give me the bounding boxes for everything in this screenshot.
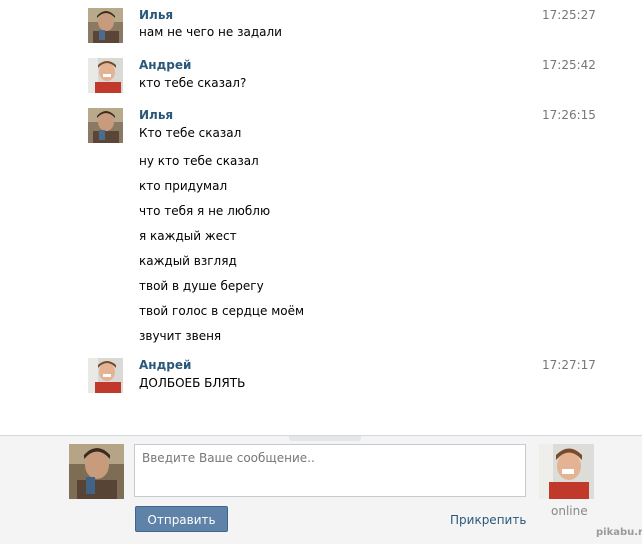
attach-link[interactable]: Прикрепить bbox=[450, 513, 526, 527]
message-text: ДОЛБОЕБ БЛЯТЬ bbox=[139, 376, 246, 390]
message-history: Илья 17:25:27 нам не чего не задали Андр… bbox=[0, 0, 642, 435]
message-text: каждый взгляд bbox=[139, 254, 237, 268]
avatar-ilya[interactable] bbox=[88, 108, 123, 143]
avatar-andrey[interactable] bbox=[88, 358, 123, 393]
message-text: кто придумал bbox=[139, 179, 228, 193]
message-time[interactable]: 17:25:27 bbox=[542, 8, 596, 22]
message-text: я каждый жест bbox=[139, 229, 237, 243]
watermark: pikabu.ru bbox=[596, 527, 642, 538]
message-author[interactable]: Илья bbox=[139, 8, 173, 22]
my-avatar[interactable] bbox=[69, 444, 124, 499]
message-text: нам не чего не задали bbox=[139, 25, 282, 39]
message-text: что тебя я не люблю bbox=[139, 204, 271, 218]
message-time[interactable]: 17:26:15 bbox=[542, 108, 596, 122]
send-button[interactable]: Отправить bbox=[135, 506, 228, 532]
message-text: кто тебе сказал? bbox=[139, 76, 247, 90]
message-author[interactable]: Андрей bbox=[139, 358, 191, 372]
message-text: ну кто тебе сказал bbox=[139, 154, 259, 168]
message-author[interactable]: Илья bbox=[139, 108, 173, 122]
message-author[interactable]: Андрей bbox=[139, 58, 191, 72]
avatar-ilya[interactable] bbox=[88, 8, 123, 43]
message-time[interactable]: 17:25:42 bbox=[542, 58, 596, 72]
message-text: звучит звеня bbox=[139, 329, 222, 343]
message-text: твой голос в сердце моём bbox=[139, 304, 305, 318]
resize-handle[interactable] bbox=[289, 436, 361, 441]
message-input[interactable] bbox=[134, 444, 526, 497]
online-status: online bbox=[551, 504, 588, 518]
avatar-andrey[interactable] bbox=[88, 58, 123, 93]
message-text: Кто тебе сказал bbox=[139, 126, 242, 140]
message-text: твой в душе берегу bbox=[139, 279, 264, 293]
compose-panel: online Отправить Прикрепить bbox=[0, 435, 642, 544]
peer-avatar[interactable] bbox=[539, 444, 594, 499]
message-time[interactable]: 17:27:17 bbox=[542, 358, 596, 372]
